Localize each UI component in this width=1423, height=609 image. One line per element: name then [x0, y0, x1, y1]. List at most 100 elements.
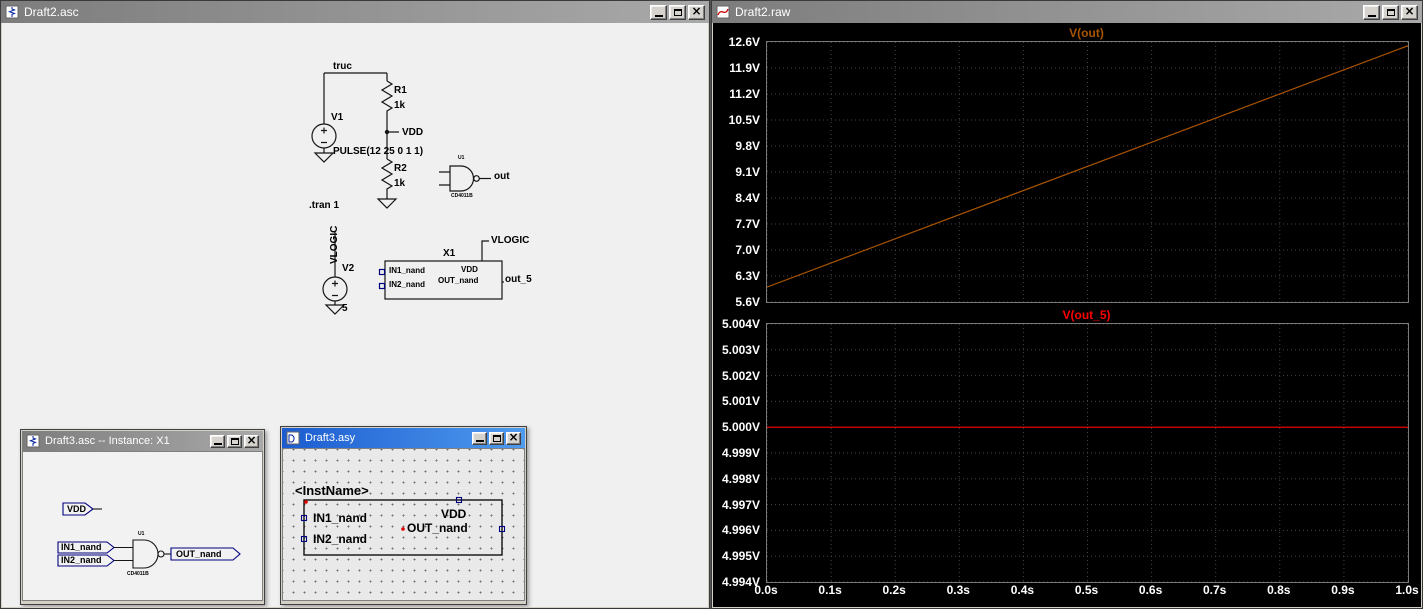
x1-ref-label[interactable]: X1	[443, 248, 455, 259]
instance-window: Draft3.asc -- Instance: X1 × VDD IN1_nan…	[20, 429, 265, 605]
minimize-button[interactable]	[472, 431, 487, 445]
pin-in1-label[interactable]: IN1_nand	[313, 511, 367, 525]
gate-ref-label[interactable]: U1	[458, 155, 464, 162]
symbol-editor-canvas[interactable]: <InstName> IN1_nand IN2_nand VDD OUT_nan…	[282, 448, 525, 601]
x-tick-label: 0.5s	[1074, 583, 1099, 597]
x1-pin-vdd-label[interactable]: VDD	[461, 265, 478, 275]
ground-r2[interactable]	[376, 195, 398, 209]
time-axis-labels: 0.0s 0.1s 0.2s 0.3s 0.4s 0.5s 0.6s 0.7s 0.8s 0.9s…	[713, 583, 1423, 601]
gate-ref-label[interactable]: U1	[138, 531, 144, 537]
net-label-out5[interactable]: out_5	[505, 274, 532, 285]
net-label-vlogic-vertical[interactable]: VLOGIC	[329, 226, 340, 264]
y-tick-label: 7.0V	[735, 243, 760, 257]
r2-resistor[interactable]	[380, 158, 394, 195]
r2-name-label[interactable]: R2	[394, 163, 407, 174]
y-tick-label: 4.997V	[721, 497, 760, 512]
wire-inputs[interactable]	[114, 546, 133, 562]
r2-value-label[interactable]: 1k	[394, 178, 405, 189]
x-tick-label: 0.3s	[946, 583, 970, 597]
gate-type-label[interactable]: CD4011B	[451, 193, 473, 200]
v2-name-label[interactable]: V2	[342, 263, 354, 274]
x-tick-label: 0.7s	[1203, 583, 1227, 597]
maximize-icon	[230, 437, 239, 445]
pin-vdd-label[interactable]: VDD	[441, 507, 466, 521]
window-title: Draft2.raw	[735, 5, 791, 19]
maximize-button[interactable]	[227, 434, 242, 448]
instance-schematic-canvas[interactable]: VDD IN1_nand IN2_nand OUT_nand U1 CD4011…	[22, 451, 263, 601]
port-vdd-label[interactable]: VDD	[67, 504, 86, 514]
y-tick-label: 5.004V	[721, 317, 760, 331]
close-button[interactable]: ×	[506, 430, 521, 445]
schematic-window-titlebar[interactable]: Draft2.asc ×	[1, 1, 709, 23]
trace-title-vout5[interactable]: V(out_5)	[766, 308, 1407, 322]
x-tick-label: 0.2s	[882, 583, 906, 597]
close-button[interactable]: ×	[1401, 4, 1418, 20]
trace-title-vout[interactable]: V(out)	[766, 26, 1407, 40]
x1-pin-out-label[interactable]: OUT_nand	[438, 276, 478, 286]
y-tick-label: 5.003V	[721, 342, 760, 357]
minimize-button[interactable]	[650, 4, 667, 20]
x-tick-label: 0.0s	[754, 583, 778, 597]
minimize-button[interactable]	[1363, 4, 1380, 20]
waveform-window: Draft2.raw × V(out) 12.6V 11.9V 11.2V 10.5V…	[711, 0, 1423, 609]
close-icon: ×	[508, 430, 519, 444]
y-tick-label: 10.5V	[728, 113, 760, 127]
close-button[interactable]: ×	[244, 434, 259, 448]
waveform-window-titlebar[interactable]: Draft2.raw ×	[712, 1, 1422, 23]
y-tick-label: 4.998V	[721, 471, 760, 486]
pin-in2-label[interactable]: IN2_nand	[313, 532, 367, 546]
instname-label[interactable]: <InstName>	[295, 483, 369, 498]
r1-name-label[interactable]: R1	[394, 85, 407, 96]
pin-out-label[interactable]: OUT_nand	[407, 521, 468, 535]
close-button[interactable]: ×	[688, 4, 705, 20]
instance-window-titlebar[interactable]: Draft3.asc -- Instance: X1 ×	[22, 431, 263, 451]
minimize-button[interactable]	[210, 434, 225, 448]
y-tick-label: 11.9V	[729, 61, 760, 75]
nand-gate-u1[interactable]	[132, 539, 171, 569]
v2-value-label[interactable]: 5	[342, 303, 348, 314]
waveform-file-icon	[716, 5, 730, 19]
schematic-canvas[interactable]: truc V1 PULSE(12 25 0 1 1) R1 1k VDD R2 …	[2, 23, 708, 607]
port-in1-label[interactable]: IN1_nand	[61, 542, 102, 552]
r1-value-label[interactable]: 1k	[394, 100, 405, 111]
net-label-truc[interactable]: truc	[333, 61, 352, 72]
tran-directive-label[interactable]: .tran 1	[309, 200, 339, 211]
maximize-button[interactable]	[1382, 4, 1399, 20]
port-in2-label[interactable]: IN2_nand	[61, 555, 102, 565]
net-label-vdd[interactable]: VDD	[402, 127, 423, 138]
y-tick-label: 4.999V	[721, 446, 760, 460]
v1-name-label[interactable]: V1	[331, 112, 343, 123]
x-tick-label: 0.1s	[818, 583, 842, 597]
r1-resistor[interactable]	[380, 80, 394, 117]
net-label-out[interactable]: out	[494, 171, 510, 182]
v2-voltage-source[interactable]	[322, 276, 348, 305]
x-tick-label: 0.9s	[1331, 583, 1355, 597]
port-out-label[interactable]: OUT_nand	[176, 549, 222, 559]
v1-value-label[interactable]: PULSE(12 25 0 1 1)	[333, 146, 423, 157]
nand-gate[interactable]	[439, 165, 491, 192]
symbol-window-titlebar[interactable]: Draft3.asy ×	[282, 428, 525, 448]
y-tick-label: 5.6V	[735, 295, 760, 309]
minimize-icon	[1367, 12, 1376, 17]
x-tick-label: 0.8s	[1267, 583, 1291, 597]
x-tick-label: 0.6s	[1138, 583, 1163, 597]
x1-pin-in1-label[interactable]: IN1_nand	[389, 266, 425, 276]
x-tick-label: 0.4s	[1010, 583, 1035, 597]
maximize-button[interactable]	[489, 431, 504, 445]
symbol-window: Draft3.asy × <InstName> IN1_nand IN2_nan…	[280, 426, 527, 605]
y-tick-label: 11.2V	[729, 87, 760, 101]
maximize-button[interactable]	[669, 4, 686, 20]
minimize-icon	[654, 12, 663, 17]
plot-panel-vout5[interactable]	[766, 323, 1409, 583]
x1-vdd-wire[interactable]	[481, 240, 489, 261]
y-tick-label: 4.995V	[721, 549, 760, 564]
y-tick-label: 7.7V	[735, 217, 760, 231]
minimize-icon	[475, 437, 484, 442]
waveform-viewer[interactable]: V(out) 12.6V 11.9V 11.2V 10.5V 9.8V 9.1V 8.4V 7…	[713, 23, 1421, 607]
plot-panel-vout[interactable]	[766, 41, 1409, 303]
gate-type-label[interactable]: CD4011B	[127, 571, 149, 577]
ground-v1[interactable]	[313, 152, 335, 163]
x1-pin-in2-label[interactable]: IN2_nand	[389, 280, 425, 290]
y-tick-label: 5.001V	[721, 394, 760, 409]
net-label-vlogic[interactable]: VLOGIC	[491, 235, 529, 246]
